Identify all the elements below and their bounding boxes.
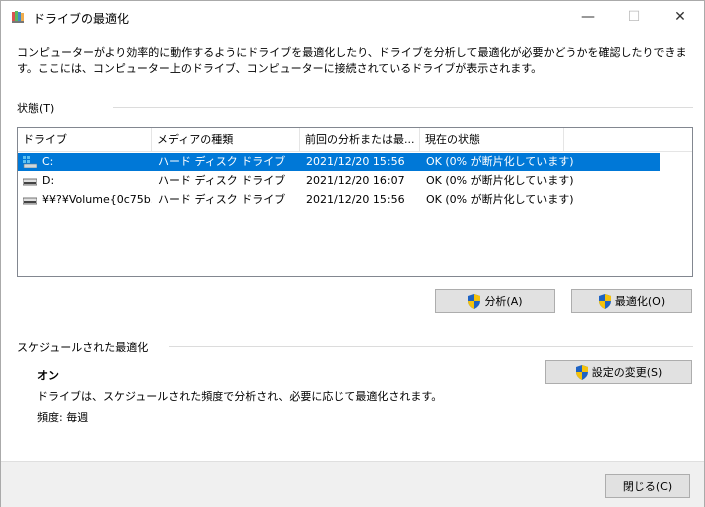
change-settings-label: 設定の変更(S) — [591, 366, 663, 379]
drive-name: C: — [42, 155, 54, 168]
uac-shield-icon — [468, 293, 481, 309]
uac-shield-icon — [598, 293, 611, 309]
change-settings-button[interactable]: 設定の変更(S) — [545, 360, 692, 384]
schedule-description: ドライブは、スケジュールされた頻度で分析され、必要に応じて最適化されます。 — [37, 390, 443, 403]
maximize-button[interactable]: ☐ — [611, 1, 657, 33]
drive-list-header: ドライブ メディアの種類 前回の分析または最... 現在の状態 — [18, 128, 692, 152]
current-status: OK (0% が断片化しています) — [426, 174, 574, 187]
schedule-frequency: 頻度: 毎週 — [37, 411, 89, 424]
column-header-drive[interactable]: ドライブ — [18, 128, 152, 152]
drive-row-volume[interactable]: ¥¥?¥Volume{0c75b... ハード ディスク ドライブ 2021/1… — [18, 191, 692, 209]
column-header-current-status[interactable]: 現在の状態 — [420, 128, 564, 152]
schedule-state: オン — [37, 369, 59, 382]
status-divider — [113, 107, 693, 108]
uac-shield-icon — [575, 364, 588, 380]
description-text: コンピューターがより効率的に動作するようにドライブを最適化したり、ドライブを分析… — [17, 46, 687, 75]
drive-name: ¥¥?¥Volume{0c75b... — [42, 193, 152, 206]
close-label: 閉じる(C) — [622, 480, 673, 493]
drive-row-d[interactable]: D: ハード ディスク ドライブ 2021/12/20 16:07 OK (0%… — [18, 172, 692, 190]
last-run: 2021/12/20 15:56 — [306, 155, 405, 168]
last-run: 2021/12/20 15:56 — [306, 193, 405, 206]
current-status: OK (0% が断片化しています) — [426, 155, 574, 168]
last-run: 2021/12/20 16:07 — [306, 174, 405, 187]
optimize-label: 最適化(O) — [614, 295, 666, 308]
close-window-button[interactable]: ✕ — [657, 1, 703, 33]
drive-name: D: — [42, 174, 55, 187]
window-title: ドライブの最適化 — [33, 12, 130, 26]
minimize-button[interactable]: — — [565, 1, 611, 33]
optimize-drives-window: ドライブの最適化 — ☐ ✕ コンピューターがより効率的に動作するようにドライブ… — [0, 0, 705, 507]
drive-list[interactable]: ドライブ メディアの種類 前回の分析または最... 現在の状態 C: ハード デ… — [17, 127, 693, 277]
media-type: ハード ディスク ドライブ — [158, 193, 286, 206]
drive-row-c[interactable]: C: ハード ディスク ドライブ 2021/12/20 15:56 OK (0%… — [18, 153, 692, 171]
status-group-label: 状態(T) — [17, 102, 55, 115]
media-type: ハード ディスク ドライブ — [158, 155, 286, 168]
analyze-label: 分析(A) — [484, 295, 523, 308]
hard-drive-icon — [23, 178, 37, 186]
title-bar[interactable]: ドライブの最適化 — ☐ ✕ — [1, 1, 704, 33]
column-header-media-type[interactable]: メディアの種類 — [152, 128, 300, 152]
column-header-last-run[interactable]: 前回の分析または最... — [300, 128, 420, 152]
optimize-button[interactable]: 最適化(O) — [571, 289, 692, 313]
schedule-divider — [169, 346, 693, 347]
hard-drive-icon — [23, 197, 37, 205]
analyze-button[interactable]: 分析(A) — [435, 289, 555, 313]
system-drive-icon — [23, 156, 37, 168]
close-button[interactable]: 閉じる(C) — [605, 474, 690, 498]
defrag-app-icon — [12, 11, 24, 23]
media-type: ハード ディスク ドライブ — [158, 174, 286, 187]
schedule-group-label: スケジュールされた最適化 — [17, 341, 149, 354]
current-status: OK (0% が断片化しています) — [426, 193, 574, 206]
dialog-footer: 閉じる(C) — [1, 461, 704, 507]
